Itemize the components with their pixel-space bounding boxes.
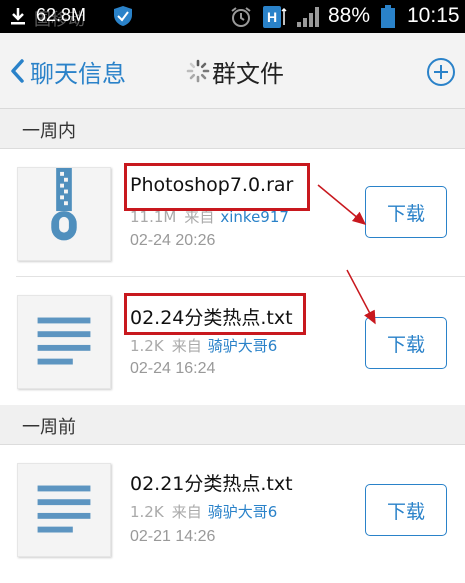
back-button[interactable]: 聊天信息 <box>8 53 126 89</box>
archive-zip-icon <box>51 168 77 241</box>
download-button[interactable]: 下载 <box>365 317 447 369</box>
clock: 10:15 <box>407 4 460 27</box>
file-row[interactable]: 02.21分类热点.txt 1.2K 来自 骑驴大哥6 02-21 14:26 下载 <box>0 445 465 573</box>
annotation-highlight-box <box>124 163 310 211</box>
page-title-group: 群文件 <box>186 53 284 89</box>
file-date: 02-21 14:26 <box>130 528 216 545</box>
chevron-left-icon <box>11 59 24 83</box>
file-name: 02.21分类热点.txt <box>130 473 293 495</box>
download-button[interactable]: 下载 <box>365 186 447 238</box>
file-thumbnail <box>17 295 111 389</box>
text-file-icon <box>37 317 91 365</box>
file-thumbnail <box>17 167 111 261</box>
hspa-network-icon: H <box>263 6 287 28</box>
signal-strength-icon <box>297 7 319 27</box>
svg-text:H: H <box>267 9 277 25</box>
title-bar: 聊天信息 群文件 <box>0 33 465 109</box>
loading-spinner-icon <box>186 59 210 83</box>
from-label: 来自 <box>171 337 202 355</box>
back-button-label: 聊天信息 <box>30 59 126 88</box>
add-file-button[interactable] <box>426 57 456 87</box>
annotation-highlight-box <box>124 293 306 335</box>
file-thumbnail <box>17 463 111 557</box>
section-label: 一周内 <box>22 121 76 142</box>
battery-icon <box>381 5 395 28</box>
sender-name[interactable]: 骑驴大哥6 <box>208 337 278 355</box>
alarm-clock-icon <box>231 7 251 27</box>
section-header-this-week: 一周内 <box>0 109 465 149</box>
from-label: 来自 <box>171 503 202 521</box>
security-shield-icon <box>114 6 132 26</box>
file-size: 1.2K <box>130 503 164 521</box>
file-meta: 1.2K 来自 骑驴大哥6 <box>130 335 277 356</box>
text-file-icon <box>37 485 91 533</box>
memory-indicator: 62.8M <box>36 5 87 25</box>
download-button[interactable]: 下载 <box>365 484 447 536</box>
page-title: 群文件 <box>212 59 284 88</box>
status-bar: 国移动 62.8M H 88% 10:15 <box>0 0 465 33</box>
section-label: 一周前 <box>22 417 76 438</box>
download-notification-icon <box>11 8 25 25</box>
file-size: 1.2K <box>130 337 164 355</box>
battery-percentage: 88% <box>328 4 371 27</box>
sender-name[interactable]: 骑驴大哥6 <box>208 503 278 521</box>
file-meta: 1.2K 来自 骑驴大哥6 <box>130 501 277 522</box>
file-date: 02-24 20:26 <box>130 232 216 249</box>
file-date: 02-24 16:24 <box>130 360 216 377</box>
section-header-before-week: 一周前 <box>0 405 465 445</box>
